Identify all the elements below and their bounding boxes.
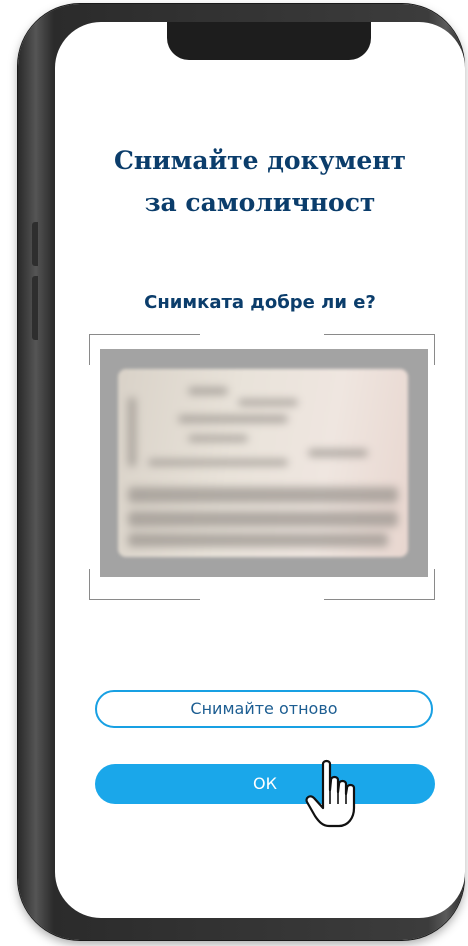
blur-detail: [128, 487, 398, 503]
blur-detail: [308, 449, 368, 457]
blur-detail: [148, 459, 288, 466]
blur-detail: [178, 415, 288, 423]
phone-notch: [167, 22, 371, 60]
app-screen: Снимайте документ за самоличност Снимкат…: [55, 22, 465, 918]
blurred-id-card-image: [118, 369, 408, 557]
hand-pointer-icon: [305, 759, 356, 828]
blur-detail: [128, 533, 388, 547]
blur-detail: [128, 397, 136, 467]
blur-detail: [128, 511, 398, 527]
page-title: Снимайте документ за самоличност: [55, 140, 465, 224]
page-title-line-1: Снимайте документ: [113, 146, 407, 175]
ok-button[interactable]: ОК: [95, 764, 435, 804]
blur-detail: [238, 399, 298, 406]
blur-detail: [188, 435, 248, 442]
blur-detail: [188, 387, 228, 395]
photo-quality-question: Снимката добре ли е?: [144, 292, 376, 313]
retake-button[interactable]: Снимайте отново: [95, 690, 433, 728]
page-title-line-2: за самоличност: [144, 188, 376, 217]
captured-photo: [100, 349, 428, 577]
